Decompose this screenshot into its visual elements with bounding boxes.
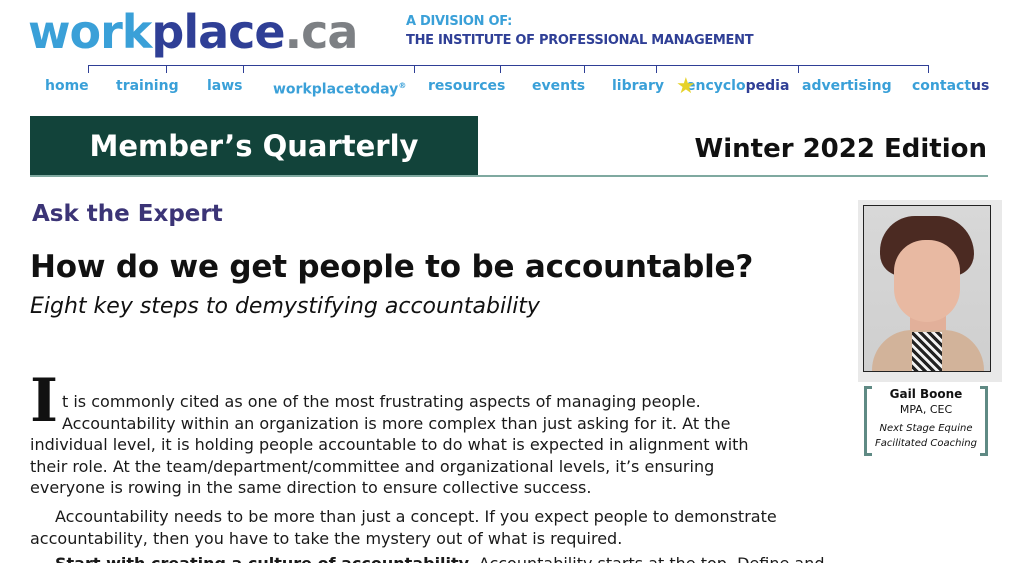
nav-link-laws[interactable]: laws [207, 77, 243, 95]
banner-title: Member’s Quarterly [89, 129, 419, 163]
nav-tick [88, 65, 89, 73]
expert-caption: Gail Boone MPA, CEC Next Stage Equine Fa… [866, 387, 986, 452]
photo-blouse [912, 332, 942, 371]
edition-label: Winter 2022 Edition [694, 134, 987, 164]
nav-link-training[interactable]: training [116, 77, 179, 95]
expert-organization: Next Stage Equine Facilitated Coaching [866, 421, 986, 452]
expert-photo [863, 205, 991, 372]
paragraph-line: Accountability within an organization is… [62, 414, 731, 433]
article-subhead: Eight key steps to demystifying accounta… [30, 294, 540, 319]
nav-link-advertising[interactable]: advertising [802, 77, 892, 95]
paragraph-text: Accountability starts at the top. Define… [474, 554, 825, 563]
nav-tick [798, 65, 799, 73]
nav-tick [656, 65, 657, 73]
expert-org-line-1: Next Stage Equine [879, 423, 973, 434]
nav-link-workplacetoday[interactable]: workplacetoday® [273, 77, 406, 99]
nav-label-contact: contact [912, 78, 972, 94]
article-headline: How do we get people to be accountable? [30, 249, 754, 285]
star-icon: ★ [676, 73, 696, 98]
paragraph-line: t is commonly cited as one of the most f… [62, 392, 701, 411]
nav-divider-line [88, 65, 928, 66]
division-line-1: A DIVISION OF: [406, 14, 512, 29]
nav-link-home[interactable]: home [45, 77, 89, 95]
expert-name: Gail Boone [889, 387, 963, 401]
nav-tick [414, 65, 415, 73]
section-kicker: Ask the Expert [32, 201, 223, 227]
nav-link-resources[interactable]: resources [428, 77, 505, 95]
expert-credentials: MPA, CEC [899, 403, 953, 416]
banner-rule [30, 175, 988, 177]
nav-tick [584, 65, 585, 73]
nav-link-events[interactable]: events [532, 77, 585, 95]
nav-label-pedia: pedia [745, 78, 790, 94]
nav-tick [166, 65, 167, 73]
logo-part-ca: .ca [284, 5, 359, 59]
logo-part-work: work [28, 5, 152, 59]
nav-link-contact[interactable]: contactus [912, 77, 989, 95]
quarterly-banner: Member’s Quarterly [30, 116, 478, 176]
paragraph-line: their role. At the team/department/commi… [30, 457, 715, 476]
logo-part-place: place [151, 5, 285, 59]
paragraph-line: Accountability needs to be more than jus… [55, 507, 777, 526]
paragraph-line: accountability, then you have to take th… [30, 529, 623, 548]
division-text: A DIVISION OF: THE INSTITUTE OF PROFESSI… [406, 12, 754, 50]
division-line-2: THE INSTITUTE OF PROFESSIONAL MANAGEMENT [406, 33, 754, 48]
registered-mark: ® [398, 81, 407, 90]
nav-tick [243, 65, 244, 73]
nav-label-us: us [971, 78, 990, 94]
expert-org-line-2: Facilitated Coaching [875, 438, 977, 449]
nav-tick [500, 65, 501, 73]
paragraph-line: everyone is rowing in the same direction… [30, 478, 592, 497]
paragraph-lead-in: Start with creating a culture of account… [55, 554, 474, 563]
workplace-logo[interactable]: workplace.ca [28, 2, 359, 62]
drop-cap: I [30, 366, 59, 436]
paragraph-line: individual level, it is holding people a… [30, 435, 749, 454]
photo-face [894, 240, 960, 322]
nav-link-encyclopedia[interactable]: encyclopedia [686, 77, 789, 95]
nav-tick [928, 65, 929, 73]
nav-link-library[interactable]: library [612, 77, 664, 95]
nav-label-workplacetoday: workplacetoday [273, 81, 399, 98]
paragraph-line-partial: Start with creating a culture of account… [22, 553, 825, 563]
